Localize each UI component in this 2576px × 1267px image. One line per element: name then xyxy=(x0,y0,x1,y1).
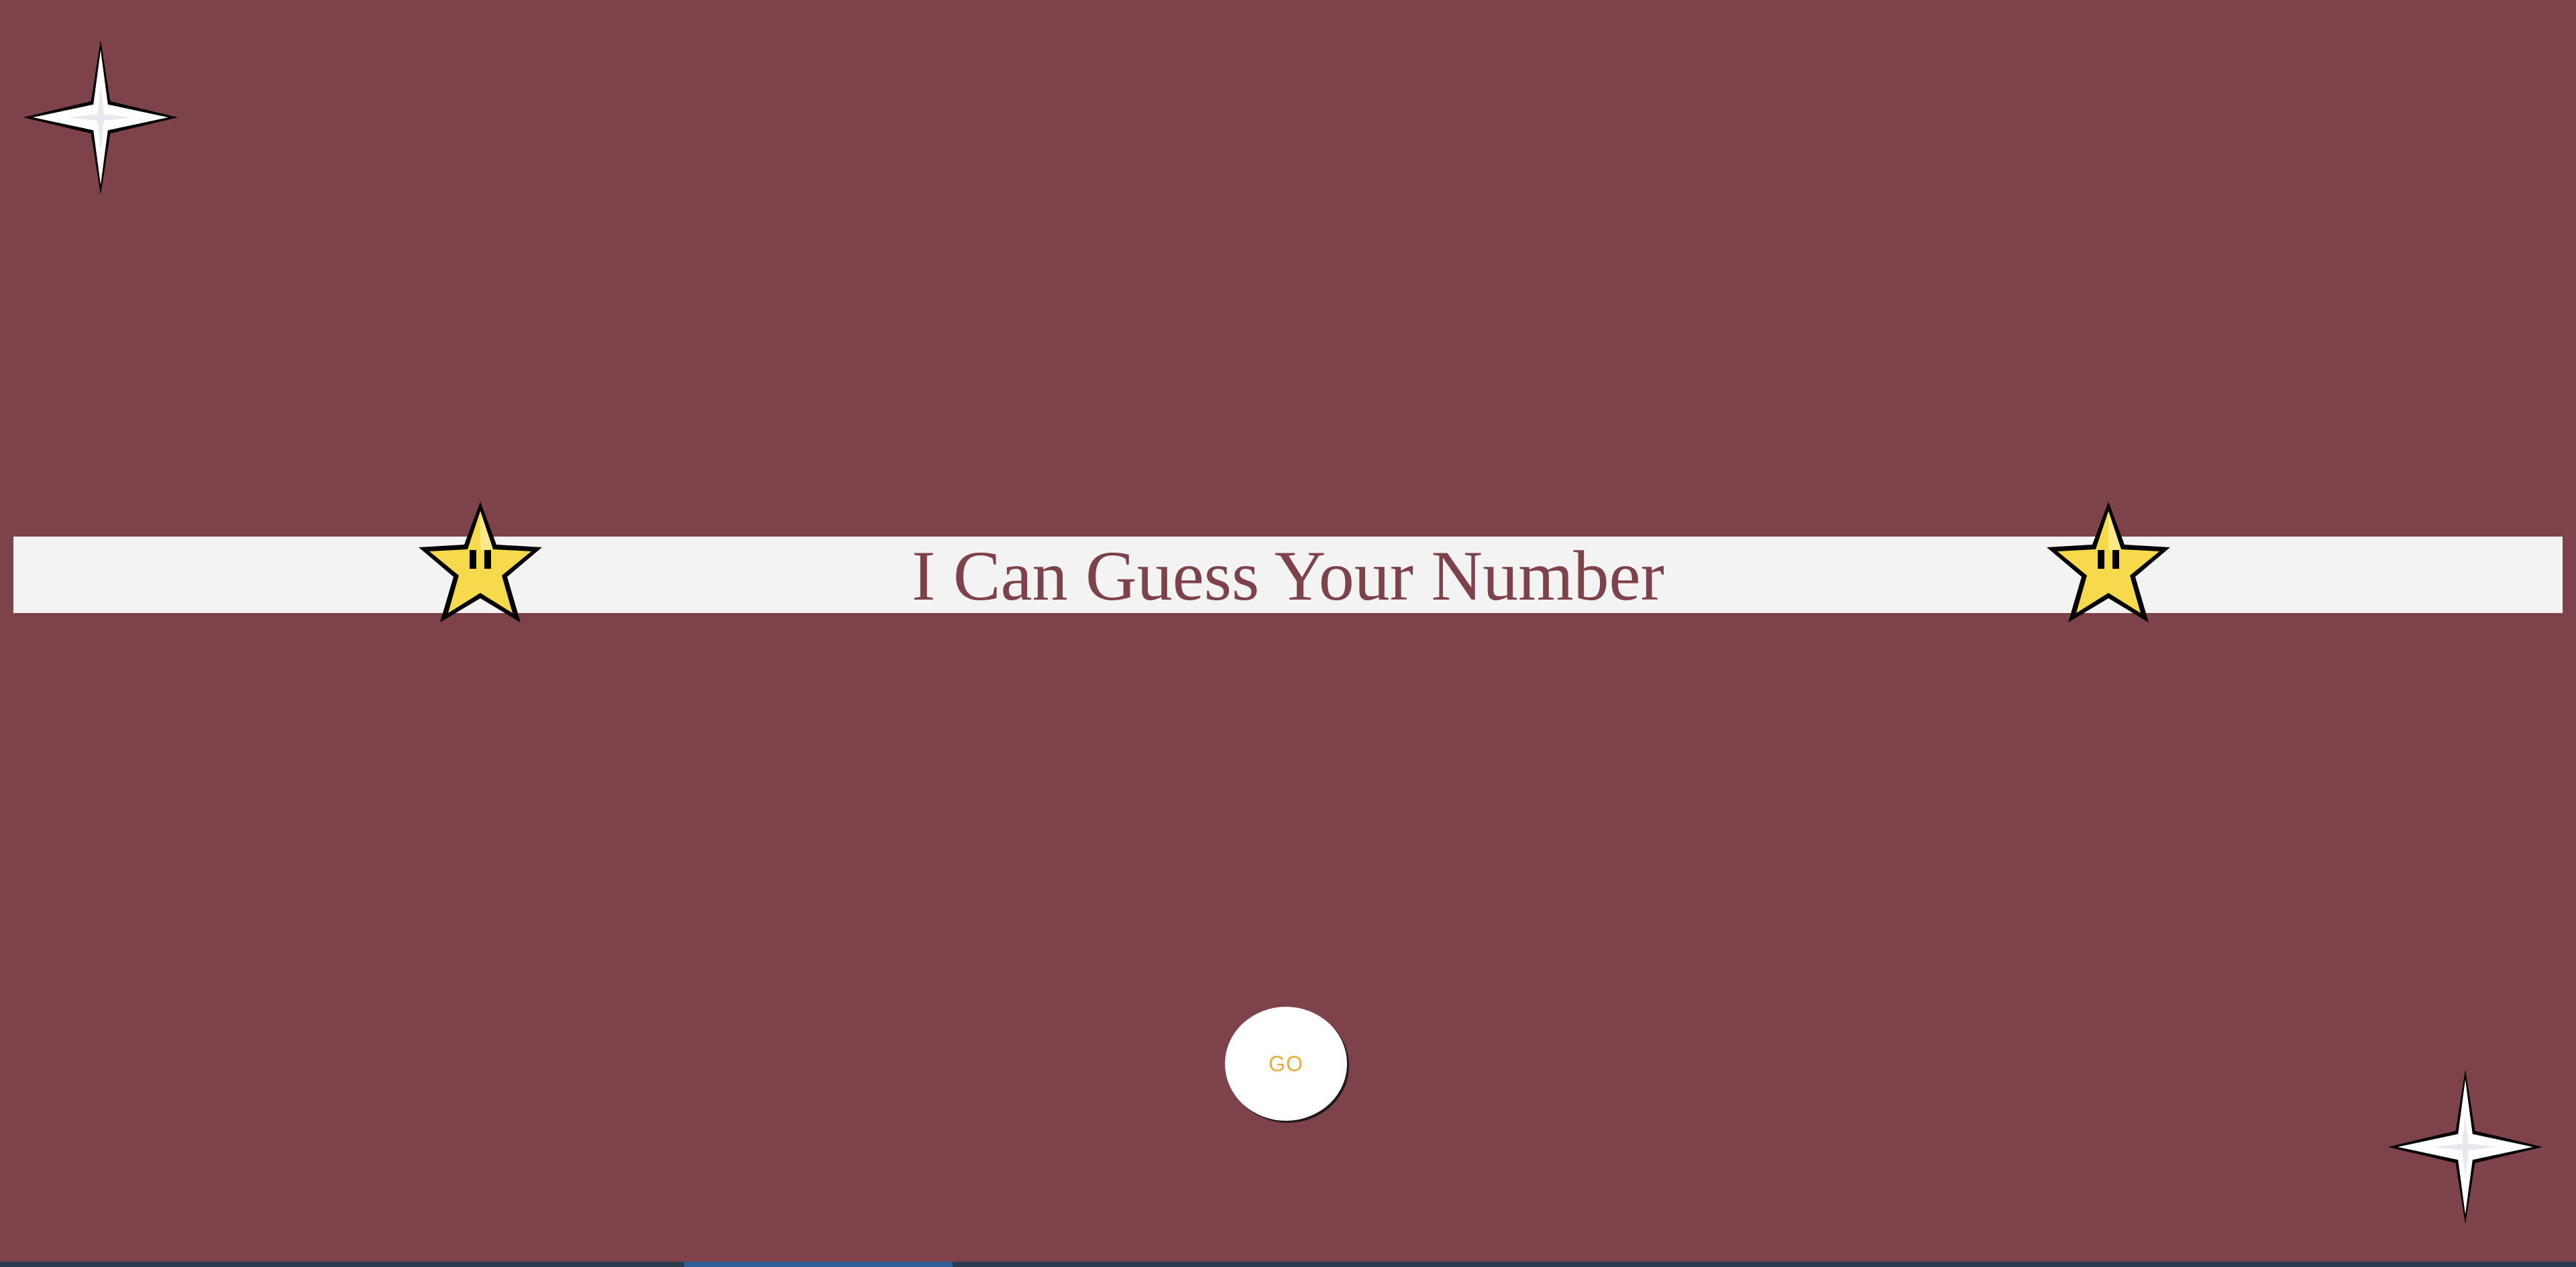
title-banner: I Can Guess Your Number xyxy=(13,537,2563,613)
star-icon xyxy=(419,502,542,622)
bottom-bar-highlight xyxy=(684,1262,953,1267)
game-title: I Can Guess Your Number xyxy=(912,537,1664,615)
bottom-bar xyxy=(0,1262,2576,1267)
sparkle-icon xyxy=(2387,1069,2543,1225)
star-icon xyxy=(2047,502,2170,622)
sparkle-icon xyxy=(23,40,178,195)
go-button[interactable]: GO xyxy=(1225,1007,1347,1121)
